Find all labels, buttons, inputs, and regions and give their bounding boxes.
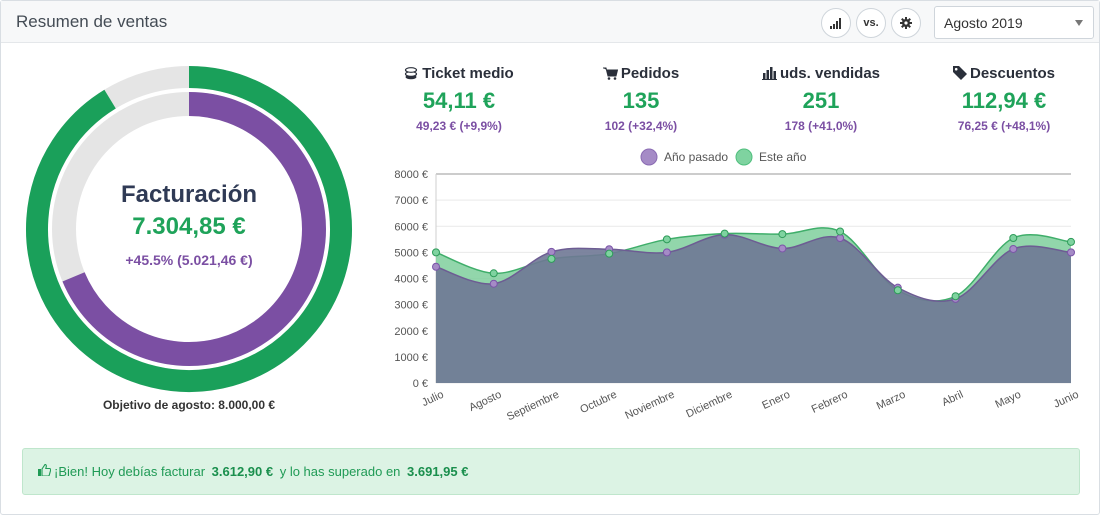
kpi-previous: 49,23 € (+9,9%) [416,119,502,133]
x-tick-label: Enero [760,389,792,412]
data-point [720,229,729,238]
data-point [489,279,498,288]
donut-target-caption: Objetivo de agosto: 8.000,00 € [102,398,276,412]
kpi-ticket-medio: Ticket medio 54,11 € 49,23 € (+9,9%) [369,64,549,133]
x-tick-label: Diciembre [684,389,734,421]
kpi-pedidos: Pedidos 135 102 (+32,4%) [551,64,731,133]
y-tick-label: 4000 € [394,274,428,286]
kpi-label: Descuentos [969,64,1056,82]
y-tick-label: 6000 € [394,221,428,233]
x-tick-label: Abril [940,389,965,409]
data-point [1009,244,1018,253]
kpi-label: Ticket medio [422,64,514,82]
kpi-label: uds. vendidas [779,64,881,82]
kpi-uds-vendidas: uds. vendidas 251 178 (+41,0%) [731,64,911,133]
x-tick-label: Noviembre [623,389,676,422]
signal-bars-icon [830,17,842,29]
alert-middle: y lo has superado en [276,464,405,479]
chevron-down-icon [1075,20,1083,26]
panel-header: Resumen de ventas vs. Agosto 2019 [1,1,1099,43]
bar-chart-icon [761,66,777,80]
kpi-value: 135 [622,88,660,113]
kpi-value: 112,94 € [961,88,1047,113]
settings-button[interactable] [891,8,921,38]
alert-prefix: ¡Bien! Hoy debías facturar [54,464,209,479]
x-tick-label: Mayo [993,389,1022,411]
x-tick-label: Julio [420,389,446,409]
data-point [662,248,671,257]
coins-icon [404,66,419,80]
x-tick-label: Octubre [578,389,619,416]
legend-swatch [640,148,658,166]
series-area [436,234,1071,383]
donut-change: +45.5% (5.021,46 €) [125,252,253,268]
data-point [778,230,787,239]
data-point [836,227,845,236]
data-point [1009,234,1018,243]
legend-label: Año pasado [664,150,728,164]
sales-summary-panel: Resumen de ventas vs. Agosto 2019 Factur… [0,0,1100,515]
period-select-value: Agosto 2019 [944,15,1023,31]
success-alert: ¡Bien! Hoy debías facturar 3.612,90 € y … [22,448,1080,495]
data-point [547,254,556,263]
compare-label: vs. [863,17,879,29]
monthly-revenue-chart: Año pasado Este año 0 € 1000 € 2000 € 3000 € 4… [394,148,1081,424]
data-point [432,248,440,257]
period-select[interactable]: Agosto 2019 [934,6,1094,39]
data-point [662,235,671,244]
data-point [836,234,845,243]
kpi-previous: 178 (+41,0%) [784,119,858,133]
data-point [778,244,787,253]
cart-icon [602,67,618,80]
alert-target-amount: 3.612,90 € [211,464,274,479]
panel-title: Resumen de ventas [16,12,168,31]
donut-title: Facturación [120,181,258,208]
x-tick-label: Agosto [467,389,503,414]
x-tick-label: Junio [1052,389,1081,411]
compare-button[interactable]: vs. [856,8,886,38]
data-point [605,249,614,258]
kpi-previous: 102 (+32,4%) [604,119,678,133]
y-tick-label: 7000 € [394,195,428,207]
donut-value: 7.304,85 € [132,213,246,240]
x-tick-label: Septiembre [505,389,561,424]
kpi-value: 54,11 € [422,88,496,113]
y-tick-label: 0 € [413,378,428,390]
data-point [489,269,498,278]
data-point [893,286,902,295]
kpi-descuentos: Descuentos 112,94 € 76,25 € (+48,1%) [914,64,1094,133]
tag-icon [952,66,967,80]
alert-surplus-amount: 3.691,95 € [407,464,469,479]
kpi-previous: 76,25 € (+48,1%) [957,119,1051,133]
gear-icon [900,17,912,29]
kpi-value: 251 [802,88,840,113]
data-point [432,262,440,271]
legend-label: Este año [759,150,807,164]
chart-view-button[interactable] [821,8,851,38]
y-tick-label: 5000 € [394,247,428,259]
data-point [547,247,556,256]
x-tick-label: Febrero [810,389,850,416]
data-point [951,292,960,301]
y-tick-label: 8000 € [394,169,428,181]
kpi-label: Pedidos [620,64,680,82]
y-tick-label: 1000 € [394,352,428,364]
thumbs-up-icon [38,463,52,479]
x-tick-label: Marzo [875,389,908,413]
y-tick-label: 2000 € [394,326,428,338]
y-tick-label: 3000 € [394,300,428,312]
legend-swatch [735,148,753,166]
data-point [1067,237,1075,246]
data-point [1067,248,1075,257]
